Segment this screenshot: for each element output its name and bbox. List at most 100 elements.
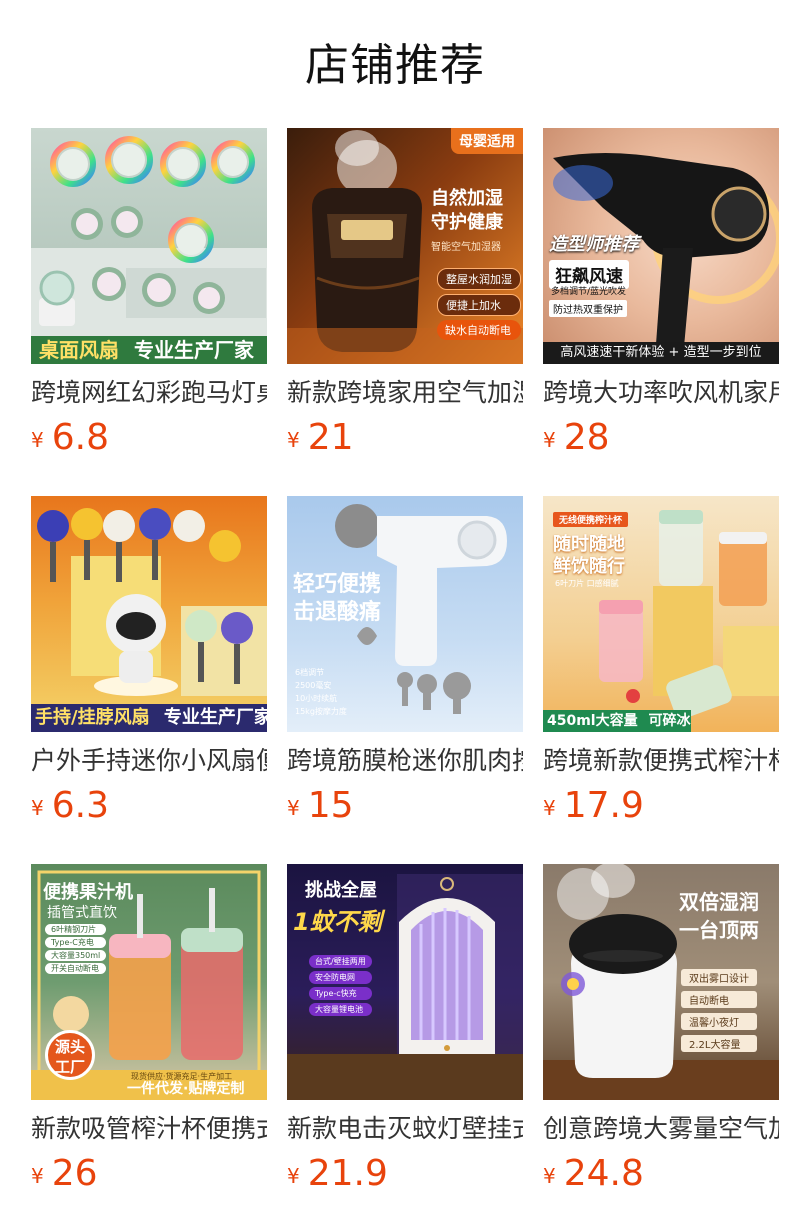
product-image[interactable]: 造型师推荐 狂飙风速 多档调节/蓝光吹发 防过热双重保护 高风速速干新体验 + … [543, 128, 779, 364]
product-name[interactable]: 新款跨境家用空气加湿器 [287, 376, 523, 410]
currency-symbol: ¥ [287, 1164, 300, 1188]
currency-symbol: ¥ [31, 1164, 44, 1188]
headline-2: 击退酸痛 [293, 600, 382, 625]
source-factory-seal: 源头 工厂 [45, 1030, 95, 1080]
corner-tag: 母婴适用 [451, 128, 523, 154]
product-name[interactable]: 跨境新款便携式榨汁杯 [543, 744, 779, 778]
price-value: 24.8 [563, 1153, 644, 1194]
price-value: 21.9 [307, 1153, 388, 1194]
feature-chip: 整屋水润加湿 [437, 268, 521, 290]
headline-sub: 6叶刀片 口感细腻 [555, 579, 619, 588]
desk-fans-illustration [31, 136, 267, 364]
product-name[interactable]: 跨境大功率吹风机家用 [543, 376, 779, 410]
headline-1: 自然加湿 [431, 188, 503, 209]
spec-item: 2500毫安 [295, 681, 332, 690]
price-value: 17.9 [563, 785, 644, 826]
feature-chip: Type-c快充 [309, 987, 372, 1000]
feature-chip: 开关自动断电 [45, 963, 107, 974]
spec-item: 6档调节 [295, 668, 325, 677]
product-card[interactable]: 无线便携榨汁杯 随时随地 鲜饮随行 6叶刀片 口感细腻 450ml大容量 可碎冰… [543, 496, 779, 826]
currency-symbol: ¥ [543, 796, 556, 820]
footer-big: 一件代发·贴牌定制 [127, 1081, 245, 1097]
headline-1: 双倍湿润 [679, 890, 759, 914]
product-grid: 桌面风扇 专业生产厂家 跨境网红幻彩跑马灯桌面风扇 ¥6.8 母婴适用 [31, 128, 779, 1194]
top-tag: 无线便携榨汁杯 [553, 512, 629, 527]
product-price: ¥15 [287, 784, 354, 830]
price-value: 15 [307, 785, 354, 826]
product-name[interactable]: 创意跨境大雾量空气加湿器 [543, 1112, 779, 1146]
spec-item: 15kg按摩力度 [295, 707, 347, 716]
feature-chips: 台式/壁挂两用 安全防电网 Type-c快充 大容量锂电池 [309, 952, 372, 1019]
headline-2: 鲜饮随行 [553, 556, 625, 577]
product-name[interactable]: 跨境筋膜枪迷你肌肉按摩 [287, 744, 523, 778]
spec-list: 6档调节 2500毫安 10小时续航 15kg按摩力度 [295, 666, 347, 718]
currency-symbol: ¥ [31, 428, 44, 452]
feature-chip: 台式/壁挂两用 [309, 955, 372, 968]
headline-2: 1蚊不剩 [293, 908, 382, 936]
image-banner: 桌面风扇 专业生产厂家 [31, 336, 267, 364]
feature-chip: 大容量锂电池 [309, 1003, 372, 1016]
product-card[interactable]: 造型师推荐 狂飙风速 多档调节/蓝光吹发 防过热双重保护 高风速速干新体验 + … [543, 128, 779, 458]
product-name[interactable]: 户外手持迷你小风扇便携 [31, 744, 267, 778]
feature-chip: 6叶精钢刀片 [45, 924, 107, 935]
feature-chip: 便捷上加水 [437, 294, 521, 316]
product-name[interactable]: 跨境网红幻彩跑马灯桌面风扇 [31, 376, 267, 410]
price-value: 26 [51, 1153, 98, 1194]
seal-line-1: 源头 [54, 1038, 85, 1056]
image-banner: 手持/挂脖风扇 专业生产厂家 [31, 704, 267, 732]
protect-tag: 防过热双重保护 [549, 300, 627, 317]
product-card[interactable]: 便携果汁机 插管式直饮 6叶精钢刀片 Type-C充电 大容量350ml 开关自… [31, 864, 267, 1194]
product-card[interactable]: 母婴适用 自然加湿 守护健康 智能空气加湿器 整屋水润加湿 便捷上加水 缺水自动… [287, 128, 523, 458]
product-image[interactable]: 桌面风扇 专业生产厂家 [31, 128, 267, 364]
product-price: ¥6.3 [31, 784, 109, 830]
headline-2: 守护健康 [431, 212, 503, 233]
product-image[interactable]: 母婴适用 自然加湿 守护健康 智能空气加湿器 整屋水润加湿 便捷上加水 缺水自动… [287, 128, 523, 364]
currency-symbol: ¥ [287, 796, 300, 820]
headline-sub: 智能空气加湿器 [431, 242, 501, 253]
product-name[interactable]: 新款电击灭蚊灯壁挂式 [287, 1112, 523, 1146]
product-image[interactable]: 轻巧便携 击退酸痛 6档调节 2500毫安 10小时续航 15kg按摩力度 [287, 496, 523, 732]
feature-chip: 自动断电 [681, 991, 757, 1008]
headline-1: 便携果汁机 [43, 882, 133, 903]
product-image[interactable]: 双倍湿润 一台顶两 双出雾口设计 自动断电 温馨小夜灯 2.2L大容量 [543, 864, 779, 1100]
banner-right: 可碎冰 [648, 713, 691, 729]
product-image[interactable]: 便携果汁机 插管式直饮 6叶精钢刀片 Type-C充电 大容量350ml 开关自… [31, 864, 267, 1100]
currency-symbol: ¥ [543, 428, 556, 452]
product-image[interactable]: 挑战全屋 1蚊不剩 台式/壁挂两用 安全防电网 Type-c快充 大容量锂电池 [287, 864, 523, 1100]
product-card[interactable]: 桌面风扇 专业生产厂家 跨境网红幻彩跑马灯桌面风扇 ¥6.8 [31, 128, 267, 458]
product-card[interactable]: 挑战全屋 1蚊不剩 台式/壁挂两用 安全防电网 Type-c快充 大容量锂电池 … [287, 864, 523, 1194]
feature-chips: 整屋水润加湿 便捷上加水 缺水自动断电 [437, 264, 521, 344]
banner-right: 专业生产厂家 [133, 338, 254, 362]
product-price: ¥21.9 [287, 1152, 388, 1198]
page-title: 店铺推荐 [305, 40, 485, 91]
currency-symbol: ¥ [543, 1164, 556, 1188]
feature-chip: 温馨小夜灯 [681, 1013, 757, 1030]
feature-chips: 6叶精钢刀片 Type-C充电 大容量350ml 开关自动断电 [45, 922, 107, 976]
feature-sub: 多档调节/蓝光吹发 [551, 287, 627, 297]
headline-1: 挑战全屋 [305, 880, 377, 901]
product-price: ¥6.8 [31, 416, 109, 462]
product-price: ¥24.8 [543, 1152, 644, 1198]
product-image[interactable]: 无线便携榨汁杯 随时随地 鲜饮随行 6叶刀片 口感细腻 450ml大容量 可碎冰 [543, 496, 779, 732]
spec-item: 10小时续航 [295, 694, 338, 703]
feature-chip: 缺水自动断电 [437, 320, 521, 340]
price-value: 6.3 [51, 785, 109, 826]
product-price: ¥21 [287, 416, 354, 462]
feature-chip: 2.2L大容量 [681, 1035, 757, 1052]
product-card[interactable]: 手持/挂脖风扇 专业生产厂家 户外手持迷你小风扇便携 ¥6.3 [31, 496, 267, 826]
store-recommendations-page: 店铺推荐 桌面风扇 专业生产厂家 跨境网红幻彩跑马灯 ¥ 6.8 母婴适用 自然… [0, 0, 790, 1232]
banner-left: 桌面风扇 [39, 338, 119, 362]
banner-right: 专业生产厂家 [163, 707, 267, 728]
price-value: 6.8 [51, 417, 109, 458]
product-card[interactable]: 双倍湿润 一台顶两 双出雾口设计 自动断电 温馨小夜灯 2.2L大容量 创意跨境… [543, 864, 779, 1194]
feature-chip: 大容量350ml [45, 950, 107, 961]
product-name[interactable]: 新款吸管榨汁杯便携式 [31, 1112, 267, 1146]
currency-symbol: ¥ [287, 428, 300, 452]
handheld-fans-illustration [37, 508, 267, 696]
product-image[interactable]: 手持/挂脖风扇 专业生产厂家 [31, 496, 267, 732]
product-card[interactable]: 轻巧便携 击退酸痛 6档调节 2500毫安 10小时续航 15kg按摩力度 跨境… [287, 496, 523, 826]
feature-chips: 双出雾口设计 自动断电 温馨小夜灯 2.2L大容量 [681, 964, 757, 1057]
product-price: ¥26 [31, 1152, 98, 1198]
product-price: ¥17.9 [543, 784, 644, 830]
product-price: ¥28 [543, 416, 610, 462]
